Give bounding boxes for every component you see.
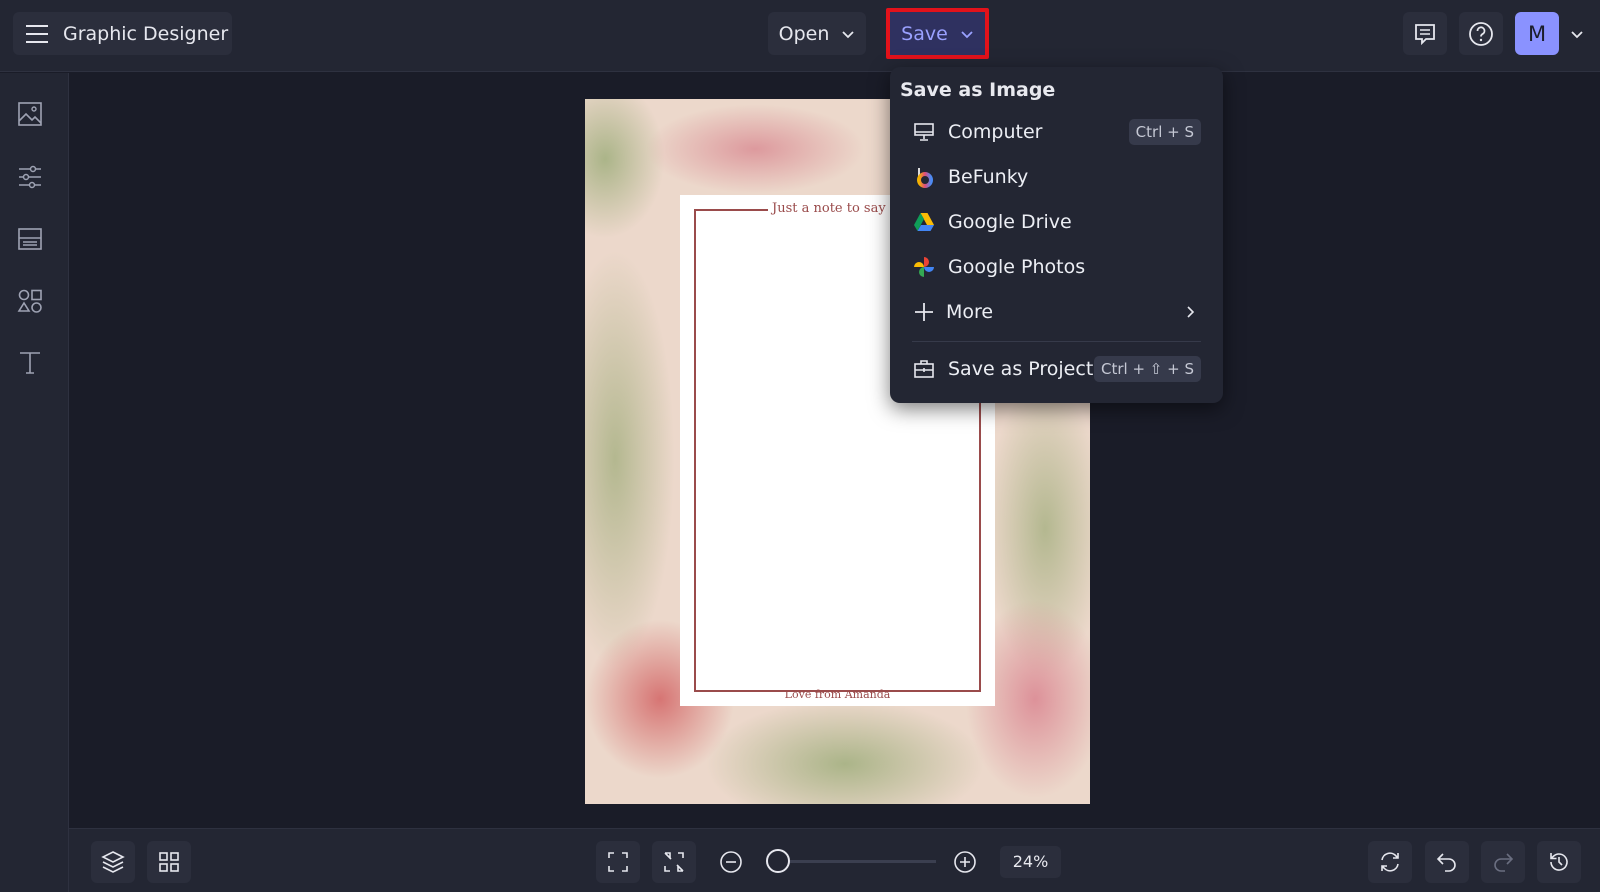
fit-to-screen-button[interactable]: [596, 841, 640, 883]
comments-button[interactable]: [1403, 12, 1447, 55]
shortcut-badge: Ctrl + ⇧ + S: [1094, 356, 1201, 382]
grid-button[interactable]: [147, 841, 191, 883]
menu-item-label: More: [946, 301, 994, 323]
google-drive-icon: [914, 213, 934, 231]
chevron-down-icon: [961, 30, 973, 38]
layers-icon: [101, 851, 125, 873]
zoom-out-icon[interactable]: [719, 850, 743, 874]
menu-item-label: Google Drive: [948, 211, 1072, 233]
zoom-slider[interactable]: [765, 849, 936, 873]
undo-icon: [1436, 853, 1456, 872]
actual-size-button[interactable]: [652, 841, 696, 883]
menu-item-label: BeFunky: [948, 166, 1029, 188]
account-chevron-down-icon[interactable]: [1570, 29, 1584, 39]
redo-button[interactable]: [1481, 841, 1525, 883]
chevron-down-icon: [842, 30, 855, 38]
menu-divider: [912, 341, 1201, 342]
redo-icon: [1494, 853, 1514, 872]
menu-item-label: Save as Project: [948, 358, 1094, 380]
chevron-right-icon: [1187, 306, 1195, 318]
zoom-percent[interactable]: 24%: [1000, 846, 1061, 878]
bottom-toolbar: 24%: [69, 828, 1600, 892]
shortcut-badge: Ctrl + S: [1128, 119, 1201, 145]
shrink-icon: [664, 852, 684, 872]
monitor-icon: [914, 123, 934, 141]
menu-item-more[interactable]: More: [912, 292, 1201, 332]
menu-item-label: Google Photos: [948, 256, 1086, 278]
main-menu-button[interactable]: Graphic Designer: [13, 12, 232, 55]
befunky-icon: [917, 168, 933, 188]
text-icon[interactable]: [17, 349, 43, 375]
save-dropdown-menu: Save as Image Computer Ctrl + S BeFunky …: [890, 67, 1223, 403]
card-top-text: Just a note to say: [768, 201, 890, 216]
left-sidebar: [0, 73, 69, 892]
refresh-icon: [1381, 852, 1399, 872]
avatar-initial: M: [1527, 21, 1547, 46]
expand-icon: [608, 852, 628, 872]
layers-button[interactable]: [91, 841, 135, 883]
zoom-in-icon[interactable]: [953, 850, 977, 874]
help-button[interactable]: [1459, 12, 1503, 55]
open-button[interactable]: Open: [768, 12, 866, 55]
menu-item-computer[interactable]: Computer Ctrl + S: [912, 112, 1201, 152]
menu-item-google-drive[interactable]: Google Drive: [912, 202, 1201, 242]
refresh-button[interactable]: [1368, 841, 1412, 883]
floral-decoration: [645, 104, 865, 194]
adjustments-icon[interactable]: [17, 164, 43, 190]
undo-button[interactable]: [1425, 841, 1469, 883]
app-title: Graphic Designer: [63, 22, 229, 45]
hamburger-icon: [26, 24, 48, 43]
menu-item-google-photos[interactable]: Google Photos: [912, 247, 1201, 287]
history-icon: [1550, 853, 1568, 871]
top-bar: Graphic Designer Open Save M: [0, 0, 1600, 72]
floral-decoration: [585, 249, 675, 669]
shapes-icon[interactable]: [17, 288, 43, 314]
menu-item-befunky[interactable]: BeFunky: [912, 157, 1201, 197]
zoom-slider-thumb[interactable]: [765, 849, 790, 873]
save-button[interactable]: Save: [886, 8, 989, 59]
layout-icon[interactable]: [17, 226, 43, 252]
open-label: Open: [778, 22, 830, 45]
floral-decoration: [705, 699, 985, 804]
floral-decoration: [585, 99, 665, 239]
grid-icon: [159, 852, 179, 872]
menu-item-save-as-project[interactable]: Save as Project Ctrl + ⇧ + S: [912, 349, 1201, 389]
save-label: Save: [901, 22, 948, 45]
comment-icon: [1415, 23, 1435, 45]
briefcase-icon: [914, 360, 934, 378]
history-button[interactable]: [1537, 841, 1581, 883]
avatar[interactable]: M: [1515, 12, 1559, 55]
card-bottom-text: Love from Amanda: [784, 688, 891, 701]
plus-icon: [915, 303, 933, 321]
menu-item-label: Computer: [948, 121, 1043, 143]
help-icon: [1469, 21, 1493, 46]
google-photos-icon: [914, 257, 934, 277]
menu-heading: Save as Image: [900, 79, 1056, 101]
image-icon[interactable]: [17, 101, 43, 127]
